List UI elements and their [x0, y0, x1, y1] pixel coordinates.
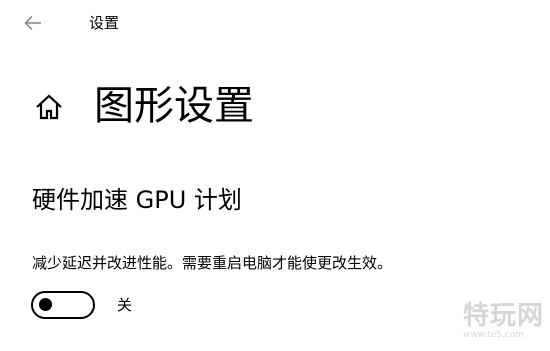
section-title-hardware-gpu-scheduling: 硬件加速 GPU 计划: [32, 186, 242, 214]
back-button[interactable]: [18, 8, 48, 38]
watermark-subtext: www.te5.com: [463, 330, 524, 340]
toggle-knob: [39, 298, 52, 311]
setting-description: 减少延迟并改进性能。需要重启电脑才能使更改生效。: [32, 254, 393, 272]
watermark-text: 特玩网: [462, 301, 544, 331]
toggle-state-label: 关: [117, 296, 133, 314]
gpu-scheduling-toggle[interactable]: [31, 291, 95, 319]
watermark-logo: 特玩网 www.te5.com: [448, 301, 544, 345]
home-icon[interactable]: [34, 92, 64, 122]
title-bar: 设置: [0, 0, 550, 46]
page-title: 图形设置: [94, 83, 254, 129]
back-arrow-icon: [24, 16, 41, 30]
window-title: 设置: [89, 14, 120, 32]
